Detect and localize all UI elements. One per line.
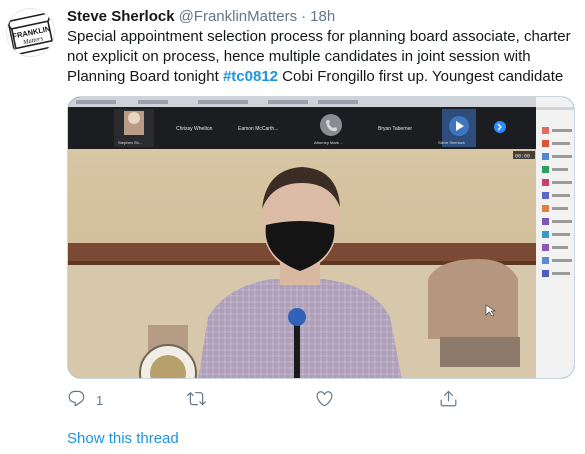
share-button[interactable] (439, 388, 458, 412)
show-thread-link[interactable]: Show this thread (67, 430, 179, 447)
video-frame: 00:00 (68, 149, 536, 378)
tweet[interactable]: FRANKLIN Matters Steve Sherlock @Franklin… (0, 0, 585, 454)
participant-name: Eamon McCarth... (238, 126, 278, 132)
participant-name: Chrissy Whelton (176, 126, 213, 132)
separator-dot: · (301, 8, 307, 25)
participant-name: Stephen Sh... (118, 140, 142, 145)
zoom-meeting-photo: Stephen Sh... Chrissy Whelton Eamon McCa… (68, 97, 574, 378)
participant-name: Steve Sherlock (438, 140, 465, 145)
tweet-text: Special appointment selection process fo… (67, 27, 577, 87)
participants-panel (536, 97, 574, 378)
reply-count: 1 (96, 392, 104, 408)
reply-icon (67, 389, 86, 411)
like-button[interactable] (315, 388, 334, 412)
franklin-matters-logo: FRANKLIN Matters (7, 9, 54, 56)
video-timer: 00:00 (515, 154, 530, 160)
reply-button[interactable]: 1 (67, 388, 103, 412)
participant-name: Attorney Mark ... (314, 140, 343, 145)
retweet-button[interactable] (187, 388, 206, 412)
tweet-text-part2: Cobi Frongillo first up. Youngest candid… (278, 68, 564, 85)
user-handle[interactable]: @FranklinMatters (179, 8, 298, 25)
timestamp[interactable]: 18h (310, 8, 335, 25)
avatar[interactable]: FRANKLIN Matters (6, 8, 55, 57)
retweet-icon (187, 389, 206, 411)
hashtag-link[interactable]: #tc0812 (223, 68, 278, 85)
tweet-header: Steve Sherlock @FranklinMatters · 18h (67, 7, 335, 26)
tweet-actions: 1 (67, 388, 487, 412)
participant-name: Bryan Taberner (378, 126, 412, 132)
share-icon (439, 389, 458, 411)
heart-icon (315, 389, 334, 411)
tweet-media-photo[interactable]: Stephen Sh... Chrissy Whelton Eamon McCa… (67, 96, 575, 379)
display-name[interactable]: Steve Sherlock (67, 8, 175, 25)
